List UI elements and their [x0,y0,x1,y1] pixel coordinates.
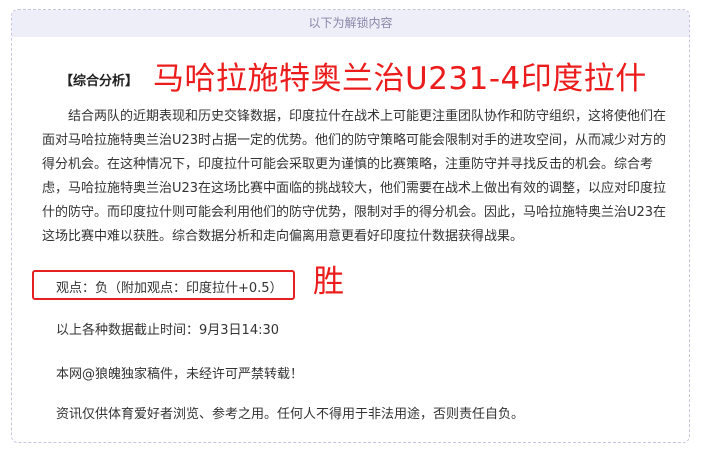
unlock-banner: 以下为解锁内容 [12,10,689,37]
unlock-banner-label: 以下为解锁内容 [308,16,393,30]
data-cutoff-time: 以上各种数据截止时间：9月3日14:30 [56,323,280,338]
match-title-overlay: 马哈拉施特奥兰治U231-4印度拉什 [153,61,647,97]
copyright-notice: 本网@狼魄独家稿件，未经许可严禁转载！ [56,367,304,382]
headline-row: 【综合分析】 马哈拉施特奥兰治U231-4印度拉什 [12,57,689,101]
disclaimer-text: 资讯仅供体育爱好者浏览、参考之用。任何人不得用于非法用途，否则责任自负。 [56,407,525,422]
result-mark: 胜 [313,264,344,300]
opinion-text: 观点：负（附加观点：印度拉什+0.5） [56,281,283,296]
article-card: 以下为解锁内容 【综合分析】 马哈拉施特奥兰治U231-4印度拉什 结合两队的近… [11,9,690,443]
analysis-paragraph: 结合两队的近期表现和历史交锋数据，印度拉什在战术上可能更注重团队协作和防守组织，… [42,109,667,244]
section-label: 【综合分析】 [60,74,139,89]
